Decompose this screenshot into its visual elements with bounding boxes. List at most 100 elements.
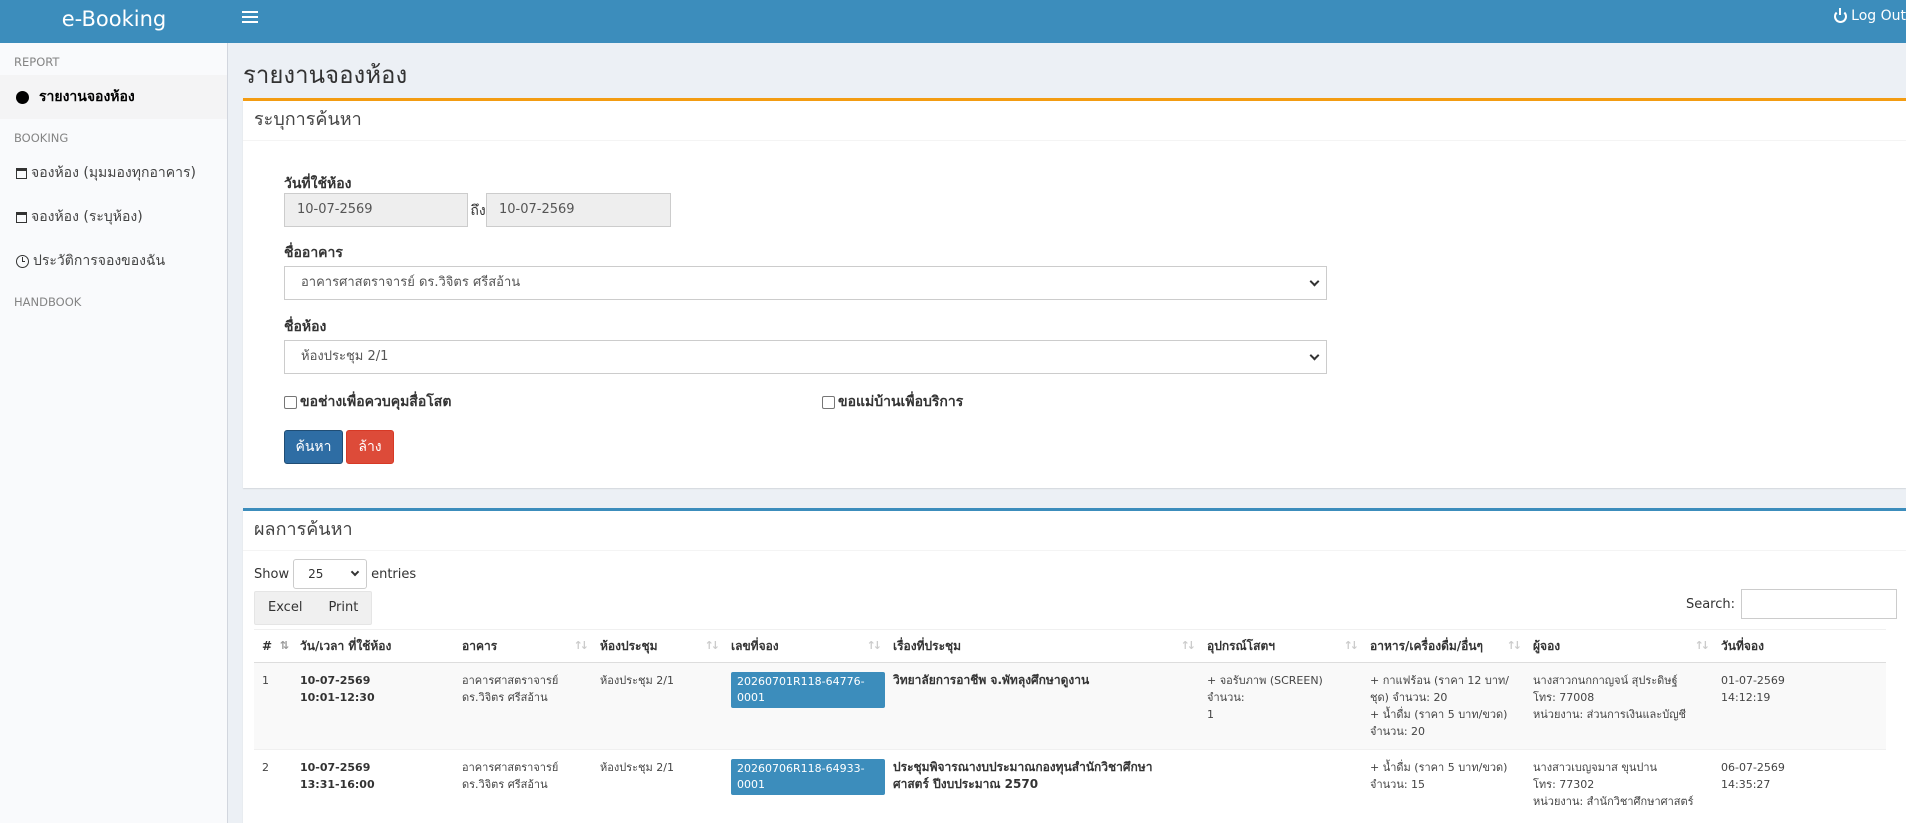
sort-icon: ↑↓ [704,639,721,652]
maid-request-checkbox[interactable]: ขอแม่บ้านเพื่อบริการ [822,391,963,413]
page-length-select[interactable]: 25 [293,559,368,589]
search-panel-title: ระบุการค้นหา [243,101,1906,141]
maid-request-label: ขอแม่บ้านเพื่อบริการ [838,394,964,410]
sort-icon: ↑↓ [1180,639,1197,652]
food-cell: + น้ำดื่ม (ราคา 5 บาท/ขวด) จำนวน: 15 [1370,761,1508,791]
room-cell: ห้องประชุม 2/1 [592,662,723,750]
column-header[interactable]: ผู้จอง ↑↓ [1525,629,1713,663]
results-table: # ⇅ วัน/เวลา ที่ใช้ห้อง อาคาร ↑↓ ห้องประชุ… [254,629,1886,819]
sidebar-header-handbook: HANDBOOK [14,295,82,309]
column-header[interactable]: เรื่องที่ประชุม ↑↓ [885,629,1199,663]
column-header[interactable]: ห้องประชุม ↑↓ [592,629,723,663]
column-header[interactable]: วันที่จอง [1713,629,1886,663]
room-select-value: ห้องประชุม 2/1 [301,349,389,364]
power-icon [1834,7,1848,23]
sidebar-item-label: จองห้อง (ระบุห้อง) [31,209,143,225]
booking-number-cell: 20260701R118-64776-0001 [723,662,885,750]
checkbox-icon[interactable] [284,395,297,409]
sidebar-item-label: รายงานจองห้อง [39,89,135,105]
row-number: 2 [262,761,269,774]
date-label: วันที่ใช้ห้อง [284,176,352,192]
table-row[interactable]: 1 10-07-2569 10:01-12:30 อาคารศาสตราจารย์… [254,662,1886,750]
row-number: 1 [254,662,292,750]
excel-button[interactable]: Excel [255,592,315,624]
circle-icon [16,90,29,104]
menu-toggle-icon[interactable] [242,6,258,28]
date-to-input[interactable]: 10-07-2569 [486,193,671,227]
column-header[interactable]: อาคาร ↑↓ [454,629,592,663]
tech-request-checkbox[interactable]: ขอช่างเพื่อควบคุมสื่อโสต [284,391,451,413]
sidebar-item-book-all-buildings[interactable]: จองห้อง (มุมมองทุกอาคาร) [0,151,227,195]
tech-request-label: ขอช่างเพื่อควบคุมสื่อโสต [300,394,452,410]
sort-icon: ↑↓ [866,639,883,652]
subject-cell: ประชุมพิจารณางบประมาณกองทุนสำนักวิชาศึกษ… [893,760,1153,791]
chevron-down-icon [350,567,360,577]
food-cell: + กาแฟร้อน (ราคา 12 บาท/ชุด) จำนวน: 20 + … [1362,662,1525,750]
booking-number-badge[interactable]: 20260701R118-64776-0001 [731,672,885,708]
export-button-group: Excel Print [254,591,373,625]
logout-label: Log Out [1851,8,1906,24]
calendar-icon [16,211,27,223]
sidebar-item-my-booking-history[interactable]: ประวัติการจองของฉัน [0,239,227,283]
chevron-down-icon [1309,350,1320,361]
calendar-icon [16,167,27,179]
sort-icon: ↑↓ [1506,639,1523,652]
results-panel-title: ผลการค้นหา [243,511,1906,551]
room-label: ชื่อห้อง [284,319,327,335]
booker-cell: นางสาวเบญจมาส ขุนปาน โทร: 77302 หน่วยงาน: … [1533,761,1694,808]
print-button[interactable]: Print [315,592,371,624]
room-cell: ห้องประชุม 2/1 [600,761,674,774]
booking-number-badge[interactable]: 20260706R118-64933-0001 [731,759,885,795]
page-title: รายงานจองห้อง [243,61,408,89]
booked-date-cell: 06-07-2569 14:35:27 [1721,761,1785,791]
entries-label: entries [371,566,417,582]
clock-icon [16,254,29,268]
table-search-label: Search: [1685,596,1735,612]
checkbox-icon[interactable] [822,395,835,409]
results-panel: ผลการค้นหา Show 25 entries Excel Print S… [243,508,1906,823]
show-label: Show [254,566,290,582]
sidebar-item-label: ประวัติการจองของฉัน [33,253,166,269]
sidebar: REPORT รายงานจองห้อง BOOKING จองห้อง (มุ… [0,43,228,823]
column-header[interactable]: อุปกรณ์โสตฯ ↑↓ [1199,629,1362,663]
chevron-down-icon [1309,276,1320,287]
sidebar-item-room-report[interactable]: รายงานจองห้อง [0,75,227,119]
logout-button[interactable]: Log Out [1834,7,1906,24]
table-search: Search: [1686,589,1897,619]
booking-number-cell: 20260706R118-64933-0001 [723,750,885,820]
table-search-input[interactable] [1741,589,1897,619]
sidebar-item-label: จองห้อง (มุมมองทุกอาคาร) [31,165,196,181]
search-panel: ระบุการค้นหา วันที่ใช้ห้อง 10-07-2569 ถึ… [243,98,1906,488]
building-select-value: อาคารศาสตราจารย์ ดร.วิจิตร ศรีสอ้าน [301,275,521,290]
column-header[interactable]: อาหาร/เครื่องดื่ม/อื่นๆ ↑↓ [1362,629,1525,663]
app-logo[interactable]: e-Booking [0,0,228,43]
sidebar-header-booking: BOOKING [14,131,69,145]
booked-date-cell: 01-07-2569 14:12:19 [1713,662,1886,750]
building-select[interactable]: อาคารศาสตราจารย์ ดร.วิจิตร ศรีสอ้าน [284,266,1327,300]
subject-cell: วิทยาลัยการอาชีพ จ.พัทลุงศึกษาดูงาน [885,662,1199,750]
sort-icon: ↑↓ [1343,639,1360,652]
av-equipment-cell: + จอรับภาพ (SCREEN) จำนวน: 1 [1199,662,1362,750]
column-header[interactable]: วัน/เวลา ที่ใช้ห้อง [292,629,454,663]
av-equipment-cell [1199,750,1362,820]
usage-datetime-cell: 10-07-2569 13:31-16:00 [300,761,375,791]
date-from-input[interactable]: 10-07-2569 [284,193,468,227]
sort-icon: ⇅ [279,639,289,652]
sort-icon: ↑↓ [573,639,590,652]
booker-cell: นางสาวกนกกาญจน์ สุประดิษฐ์ โทร: 77008 หน่ว… [1525,662,1713,750]
room-select[interactable]: ห้องประชุม 2/1 [284,340,1327,374]
table-header-row: # ⇅ วัน/เวลา ที่ใช้ห้อง อาคาร ↑↓ ห้องประชุ… [254,629,1886,663]
table-row[interactable]: 2 10-07-2569 13:31-16:00 อาคารศาสตราจารย์… [254,749,1886,820]
page-length-control: Show 25 entries [254,559,416,589]
column-header[interactable]: เลขที่จอง ↑↓ [723,629,885,663]
building-cell: อาคารศาสตราจารย์ ดร.วิจิตร ศรีสอ้าน [454,662,592,750]
search-button[interactable]: ค้นหา [284,430,343,464]
sort-icon: ↑↓ [1694,639,1711,652]
to-label: ถึง [470,203,486,219]
clear-button[interactable]: ล้าง [346,430,394,464]
usage-datetime-cell: 10-07-2569 10:01-12:30 [292,662,454,750]
top-navbar: e-Booking Log Out [0,0,1906,43]
sidebar-item-book-specific-room[interactable]: จองห้อง (ระบุห้อง) [0,195,227,239]
column-header[interactable]: # ⇅ [254,629,292,663]
page-length-value: 25 [308,567,324,581]
